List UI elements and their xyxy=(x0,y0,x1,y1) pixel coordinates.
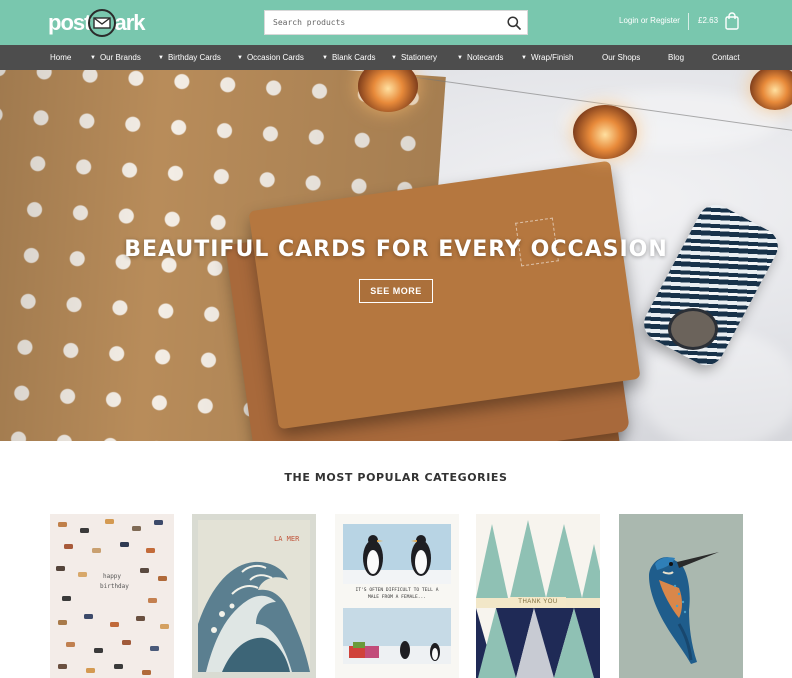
search-icon[interactable] xyxy=(501,11,527,34)
account-links: Login or Register xyxy=(619,16,680,25)
search-bar xyxy=(264,10,528,35)
thank-you-label: THANK YOU xyxy=(510,597,566,607)
kingfisher-illustration xyxy=(619,514,743,678)
caret-down-icon: ▼ xyxy=(90,55,96,61)
nav-label: Wrap/Finish xyxy=(530,53,574,62)
header-divider xyxy=(688,13,689,30)
main-nav: Home ▼ Our Brands ▼ Birthday Cards ▼ Occasi… xyxy=(0,45,792,70)
nav-label: Occasion Cards xyxy=(246,53,304,62)
caret-down-icon: ▼ xyxy=(237,55,243,61)
nav-item-notecards[interactable]: ▼ Notecards xyxy=(457,45,503,70)
nav-label: Notecards xyxy=(466,53,504,62)
search-input[interactable] xyxy=(265,11,501,34)
nav-item-contact[interactable]: Contact xyxy=(712,45,740,70)
login-link[interactable]: Login xyxy=(619,16,639,25)
nav-item-our-brands[interactable]: ▼ Our Brands xyxy=(90,45,141,70)
nav-label: Our Brands xyxy=(99,53,141,62)
caret-down-icon: ▼ xyxy=(457,55,463,61)
top-header: post ark Login or Register £2.63 xyxy=(0,0,792,45)
logo-text-left: post xyxy=(48,10,91,35)
shopping-bag-icon[interactable] xyxy=(725,12,739,35)
nav-item-blank-cards[interactable]: ▼ Blank Cards xyxy=(322,45,376,70)
caret-down-icon: ▼ xyxy=(322,55,328,61)
nav-item-our-shops[interactable]: Our Shops xyxy=(602,45,640,70)
or-text: or xyxy=(640,16,648,25)
hero-banner[interactable]: BEAUTIFUL CARDS FOR EVERY OCCASION SEE M… xyxy=(0,70,792,441)
caret-down-icon: ▼ xyxy=(158,55,164,61)
nav-label: Blank Cards xyxy=(331,53,376,62)
nav-label: Stationery xyxy=(400,53,437,62)
category-card-thank-you[interactable]: THANK YOU xyxy=(476,514,600,678)
category-card-funny[interactable]: IT'S OFTEN DIFFICULT TO TELL A MALE FROM… xyxy=(335,514,459,678)
see-more-button[interactable]: SEE MORE xyxy=(359,279,433,303)
nav-item-stationery[interactable]: ▼ Stationery xyxy=(391,45,437,70)
nav-item-blog[interactable]: Blog xyxy=(668,45,684,70)
nav-item-birthday-cards[interactable]: ▼ Birthday Cards xyxy=(158,45,221,70)
card-greeting: happy birthday xyxy=(100,573,129,590)
caret-down-icon: ▼ xyxy=(391,55,397,61)
triangles-illustration xyxy=(476,514,600,678)
dogs-pattern-illustration xyxy=(56,519,169,675)
logo-text-right: ark xyxy=(114,10,145,35)
caret-down-icon: ▼ xyxy=(521,55,527,61)
card-title-la-mer: LA MER xyxy=(274,535,300,543)
nav-label: Our Shops xyxy=(602,53,641,62)
nav-item-wrap-finish[interactable]: ▼ Wrap/Finish xyxy=(521,45,573,70)
hero-title: BEAUTIFUL CARDS FOR EVERY OCCASION xyxy=(124,237,668,262)
nav-item-occasion-cards[interactable]: ▼ Occasion Cards xyxy=(237,45,304,70)
category-card-birthday[interactable]: happy birthday xyxy=(50,514,174,678)
nav-item-home[interactable]: Home xyxy=(50,45,71,70)
nav-label: Contact xyxy=(712,53,740,62)
register-link[interactable]: Register xyxy=(650,16,680,25)
nav-label: Blog xyxy=(668,53,685,62)
cart-total[interactable]: £2.63 xyxy=(698,16,718,25)
fairy-light-lantern xyxy=(573,105,637,159)
twine-spool-end xyxy=(668,308,718,350)
postmark-logo[interactable]: post ark xyxy=(48,6,146,40)
popular-categories-title: THE MOST POPULAR CATEGORIES xyxy=(284,471,508,484)
envelope-icon xyxy=(88,9,117,37)
category-card-art[interactable]: LA MER xyxy=(192,514,316,678)
nav-label: Home xyxy=(50,53,72,62)
card-caption: IT'S OFTEN DIFFICULT TO TELL A MALE FROM… xyxy=(355,588,439,600)
category-card-nature[interactable] xyxy=(619,514,743,678)
nav-label: Birthday Cards xyxy=(167,53,221,62)
